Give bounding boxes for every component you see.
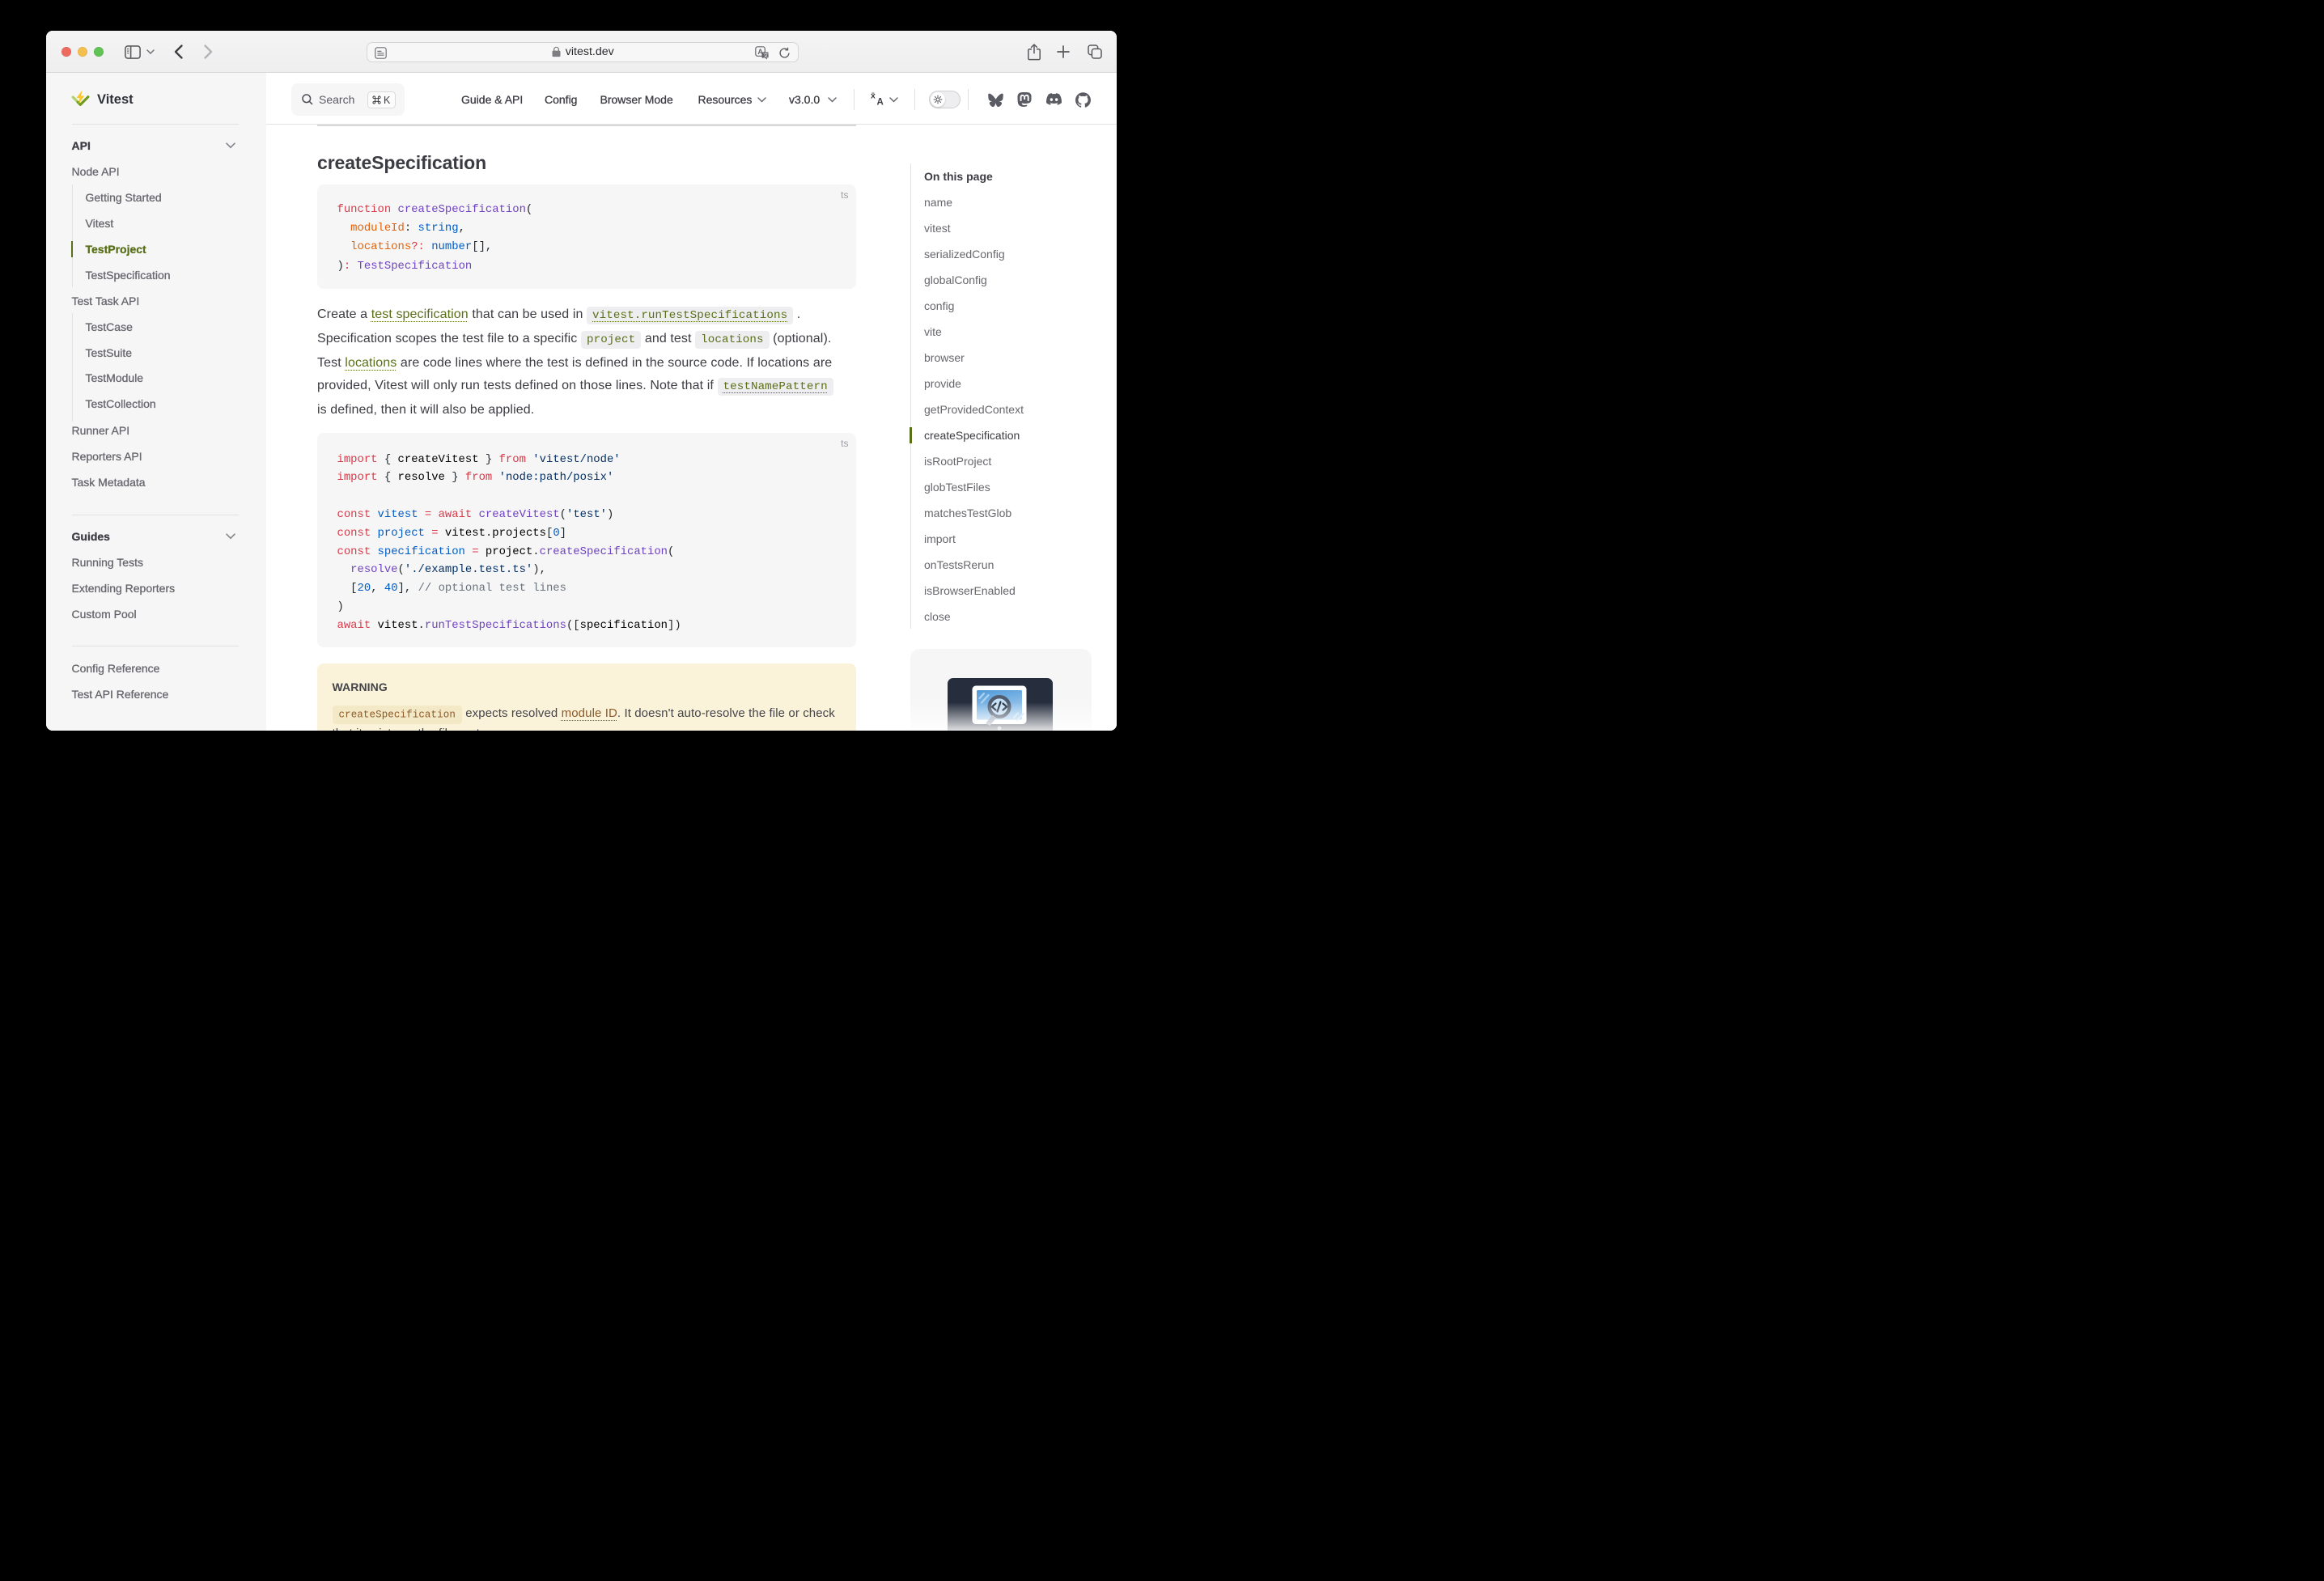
svg-text:文: 文	[763, 51, 769, 58]
svg-text:A: A	[876, 98, 883, 107]
svg-text:x̄: x̄	[871, 91, 876, 101]
